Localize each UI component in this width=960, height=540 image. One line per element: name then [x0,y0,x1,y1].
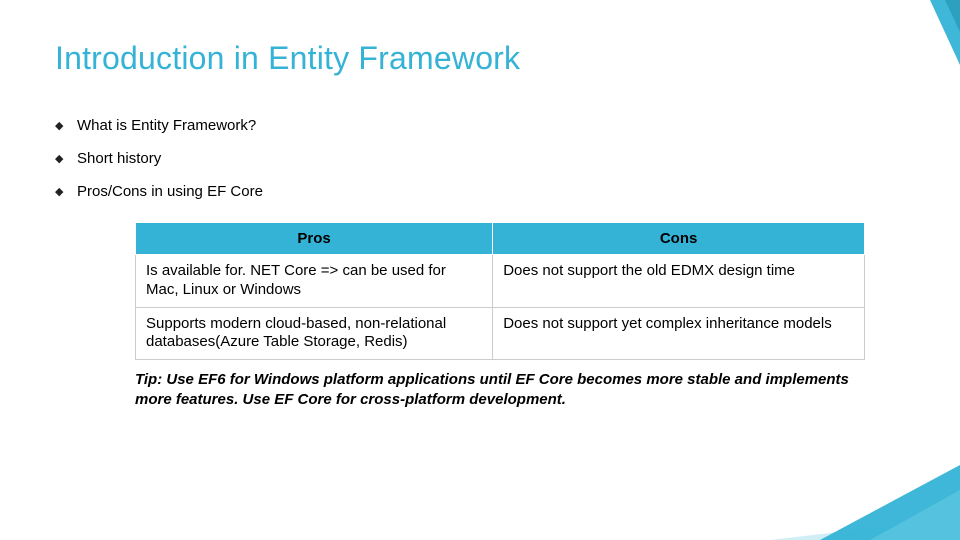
cell-pros: Is available for. NET Core => can be use… [136,255,493,308]
pros-cons-table-wrap: Pros Cons Is available for. NET Core => … [135,222,865,409]
decoration-bottom-right [870,490,960,540]
slide: Introduction in Entity Framework What is… [0,0,960,540]
table-header-row: Pros Cons [136,223,865,255]
table-row: Is available for. NET Core => can be use… [136,255,865,308]
header-cons: Cons [493,223,865,255]
header-pros: Pros [136,223,493,255]
slide-title: Introduction in Entity Framework [55,40,905,77]
cell-cons: Does not support the old EDMX design tim… [493,255,865,308]
cell-pros: Supports modern cloud-based, non-relatio… [136,307,493,360]
pros-cons-table: Pros Cons Is available for. NET Core => … [135,222,865,360]
decoration-top-right [945,0,960,32]
bullet-list: What is Entity Framework? Short history … [55,117,905,200]
bullet-item: Short history [55,150,905,167]
bullet-item: What is Entity Framework? [55,117,905,134]
cell-cons: Does not support yet complex inheritance… [493,307,865,360]
tip-text: Tip: Use EF6 for Windows platform applic… [135,370,865,409]
table-row: Supports modern cloud-based, non-relatio… [136,307,865,360]
bullet-item: Pros/Cons in using EF Core [55,183,905,200]
